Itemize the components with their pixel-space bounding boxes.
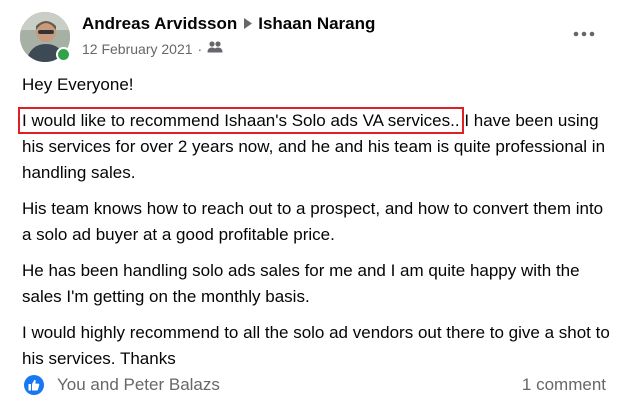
post-paragraph: Hey Everyone! bbox=[22, 75, 134, 94]
author-name[interactable]: Andreas Arvidsson bbox=[82, 14, 237, 34]
post-paragraph: I would like to recommend Ishaan's Solo … bbox=[18, 107, 612, 186]
recipient-name[interactable]: Ishaan Narang bbox=[258, 14, 375, 34]
post-date[interactable]: 12 February 2021 bbox=[82, 41, 193, 57]
online-status-dot bbox=[56, 47, 71, 62]
meta-separator: · bbox=[197, 40, 203, 57]
post-paragraph: He has been handling solo ads sales for … bbox=[22, 261, 580, 306]
post-footer: You and Peter Balazs 1 comment bbox=[24, 374, 606, 396]
like-icon bbox=[24, 375, 44, 395]
post-body: Hey Everyone! I would like to recommend … bbox=[18, 72, 612, 382]
reactions-text: You and Peter Balazs bbox=[57, 375, 220, 394]
more-options-icon[interactable] bbox=[569, 22, 599, 46]
post-paragraph: His team knows how to reach out to a pro… bbox=[22, 199, 604, 244]
highlighted-sentence: I would like to recommend Ishaan's Solo … bbox=[18, 107, 464, 134]
caret-right-icon bbox=[244, 14, 253, 34]
group-icon[interactable] bbox=[207, 40, 223, 57]
post-paragraph: I would highly recommend to all the solo… bbox=[22, 323, 610, 368]
post-meta: 12 February 2021 · bbox=[82, 40, 223, 57]
comment-count[interactable]: 1 comment bbox=[522, 375, 606, 395]
reactions-summary[interactable]: You and Peter Balazs bbox=[24, 375, 220, 395]
post-header: Andreas Arvidsson Ishaan Narang bbox=[82, 14, 375, 34]
